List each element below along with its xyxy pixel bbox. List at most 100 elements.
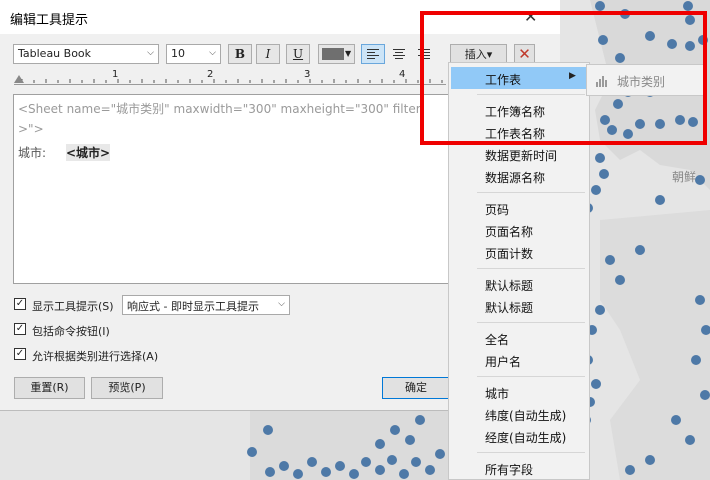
font-size-select[interactable]: 10 ⌵ — [166, 44, 221, 64]
map-dot — [387, 455, 397, 465]
font-color-button[interactable]: ▼ — [318, 44, 355, 64]
map-dot — [605, 255, 615, 265]
include-buttons-checkbox[interactable]: ✓ — [14, 323, 26, 335]
align-center-icon — [393, 49, 405, 59]
menu-separator — [477, 452, 585, 453]
map-dot — [279, 461, 289, 471]
menu-item-label: 所有字段 — [485, 463, 534, 477]
menu-separator — [477, 322, 585, 323]
menu-item[interactable]: 数据更新时间 — [451, 143, 587, 165]
map-dot — [655, 195, 665, 205]
show-tooltip-label: 显示工具提示(S) — [32, 300, 114, 313]
editor-city-label: 城市: — [18, 146, 47, 160]
map-dot — [591, 379, 601, 389]
map-dot — [415, 415, 425, 425]
menu-item[interactable]: 经度(自动生成) — [451, 425, 587, 447]
menu-item[interactable]: 默认标题 — [451, 273, 587, 295]
map-dot — [615, 275, 625, 285]
font-size-value: 10 — [171, 47, 185, 60]
menu-item[interactable]: 页面名称 — [451, 219, 587, 241]
menu-item-label: 页码 — [485, 203, 510, 217]
map-dot — [263, 425, 273, 435]
menu-item[interactable]: 所有字段 — [451, 457, 587, 479]
font-family-select[interactable]: Tableau Book ⌵ — [13, 44, 159, 64]
chevron-down-icon: ⌵ — [278, 299, 285, 309]
map-dot — [375, 439, 385, 449]
map-dot — [645, 455, 655, 465]
map-dot — [599, 169, 609, 179]
menu-item-label: 用户名 — [485, 355, 522, 369]
edit-tooltip-dialog: 编辑工具提示 Tableau Book ⌵ 10 ⌵ B I U ▼ 1 2 3… — [0, 0, 451, 411]
map-dot — [390, 425, 400, 435]
allow-select-label: 允许根据类别进行选择(A) — [32, 350, 159, 363]
map-dot — [349, 469, 359, 479]
tooltip-mode-select[interactable]: 响应式 - 即时显示工具提示 ⌵ — [122, 295, 290, 315]
editor-city-field: <城市> — [66, 144, 111, 161]
map-dot — [411, 457, 421, 467]
ruler-mark: 2 — [207, 69, 214, 80]
map-dot — [361, 457, 371, 467]
map-dot — [685, 435, 695, 445]
ruler-ticks — [21, 79, 443, 83]
include-buttons-label: 包括命令按钮(I) — [32, 325, 110, 338]
reset-button[interactable]: 重置(R) — [14, 377, 85, 399]
map-dot — [671, 415, 681, 425]
menu-item[interactable]: 数据源名称 — [451, 165, 587, 187]
menu-item[interactable]: 用户名 — [451, 349, 587, 371]
map-dot — [691, 355, 701, 365]
menu-separator — [477, 268, 585, 269]
menu-item[interactable]: 全名 — [451, 327, 587, 349]
menu-item[interactable]: 纬度(自动生成) — [451, 403, 587, 425]
color-swatch — [322, 48, 344, 60]
menu-item[interactable]: 页面计数 — [451, 241, 587, 263]
map-dot — [399, 469, 409, 479]
map-dot — [591, 185, 601, 195]
map-dot — [293, 469, 303, 479]
map-dot — [625, 465, 635, 475]
allow-select-checkbox[interactable]: ✓ — [14, 348, 26, 360]
chevron-down-icon: ▼ — [345, 49, 352, 58]
menu-item-label: 纬度(自动生成) — [485, 409, 567, 423]
menu-item-label: 页面名称 — [485, 225, 534, 239]
chevron-down-icon: ⌵ — [209, 48, 216, 58]
align-left-button[interactable] — [361, 44, 385, 64]
underline-button[interactable]: U — [286, 44, 310, 64]
ruler-mark: 1 — [112, 69, 119, 80]
ruler-mark: 3 — [304, 69, 311, 80]
ruler-mark: 4 — [399, 69, 406, 80]
menu-separator — [477, 376, 585, 377]
menu-item[interactable]: 城市 — [451, 381, 587, 403]
map-dot — [307, 457, 317, 467]
menu-item-label: 数据更新时间 — [485, 149, 558, 163]
font-family-value: Tableau Book — [18, 47, 92, 60]
show-tooltip-checkbox[interactable]: ✓ — [14, 298, 26, 310]
ok-button[interactable]: 确定 — [382, 377, 450, 399]
dialog-titlebar: 编辑工具提示 — [0, 0, 450, 34]
tooltip-editor[interactable]: <Sheet name="城市类别" maxwidth="300" maxhei… — [13, 94, 450, 284]
map-dot — [335, 461, 345, 471]
map-dot — [247, 447, 257, 457]
indent-marker[interactable] — [14, 75, 24, 83]
bold-button[interactable]: B — [228, 44, 252, 64]
italic-button[interactable]: I — [256, 44, 280, 64]
map-dot — [595, 153, 605, 163]
map-dot — [405, 435, 415, 445]
menu-item[interactable]: 默认标题 — [451, 295, 587, 317]
align-center-button[interactable] — [387, 44, 411, 64]
ruler: 1 2 3 4 — [14, 69, 446, 85]
dialog-title: 编辑工具提示 — [10, 13, 89, 28]
chevron-down-icon: ⌵ — [147, 48, 154, 58]
preview-button[interactable]: 预览(P) — [91, 377, 163, 399]
map-dot — [375, 465, 385, 475]
map-dot — [595, 305, 605, 315]
align-left-icon — [367, 49, 379, 59]
map-dot — [435, 449, 445, 459]
menu-item-label: 数据源名称 — [485, 171, 546, 185]
map-dot — [425, 465, 435, 475]
menu-item[interactable]: 页码 — [451, 197, 587, 219]
menu-item-label: 默认标题 — [485, 279, 534, 293]
menu-item-label: 默认标题 — [485, 301, 534, 315]
map-dot — [635, 245, 645, 255]
menu-item-label: 全名 — [485, 333, 510, 347]
map-dot — [695, 295, 705, 305]
